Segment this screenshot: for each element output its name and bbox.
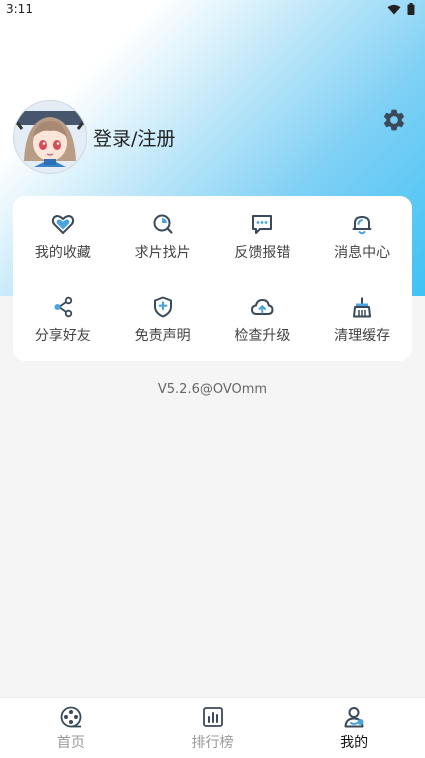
avatar[interactable] [13,100,87,174]
menu-item-disclaimer[interactable]: 免责声明 [113,279,213,362]
tab-mine[interactable]: 我的 [283,698,425,758]
bell-icon [352,216,372,235]
menu-label: 反馈报错 [234,245,291,262]
cloud-upload-icon [251,298,274,315]
menu-label: 我的收藏 [34,245,91,262]
menu-item-clear-cache[interactable]: 清理缓存 [312,279,412,362]
menu-item-favorites[interactable]: 我的收藏 [13,196,113,279]
broom-icon [353,297,372,318]
menu-item-request-film[interactable]: 求片找片 [113,196,213,279]
avatar-anime-girl-icon [14,101,86,173]
tab-home[interactable]: 首页 [0,698,142,758]
bottom-tab-bar: 首页 排行榜 我的 [0,697,425,758]
shield-icon [153,296,172,318]
profile-header: 登录/注册 [13,100,175,174]
user-icon [344,706,364,727]
feedback-icon [252,215,273,235]
menu-label: 分享好友 [34,327,91,344]
heart-icon [51,215,74,235]
tab-ranking[interactable]: 排行榜 [142,698,284,758]
menu-label: 检查升级 [234,327,291,344]
menu-item-share[interactable]: 分享好友 [13,279,113,362]
share-icon [54,296,73,317]
menu-label: 求片找片 [134,245,191,262]
menu-item-messages[interactable]: 消息中心 [312,196,412,279]
battery-icon [407,3,415,15]
search-film-icon [153,214,173,234]
menu-label: 清理缓存 [334,327,391,344]
wifi-icon [387,4,401,14]
menu-item-feedback[interactable]: 反馈报错 [213,196,313,279]
settings-button[interactable] [381,107,407,133]
gear-icon [383,109,405,131]
menu-item-check-update[interactable]: 检查升级 [213,279,313,362]
status-time: 3:11 [6,2,33,16]
login-register-link[interactable]: 登录/注册 [93,124,175,151]
menu-label: 免责声明 [134,327,191,344]
tab-label: 我的 [340,734,369,751]
tab-label: 排行榜 [191,734,234,751]
bar-chart-icon [202,706,223,727]
film-reel-icon [60,706,82,727]
tab-label: 首页 [56,734,85,751]
version-label: V5.2.6@OVOmm [157,382,268,397]
menu-label: 消息中心 [334,245,391,262]
status-icons [387,3,415,15]
menu-card: 我的收藏 求片找片 反馈报错 消息中心 分享好友 免责声明 检查升级 清理缓存 [13,196,412,361]
status-bar: 3:11 [0,0,425,20]
